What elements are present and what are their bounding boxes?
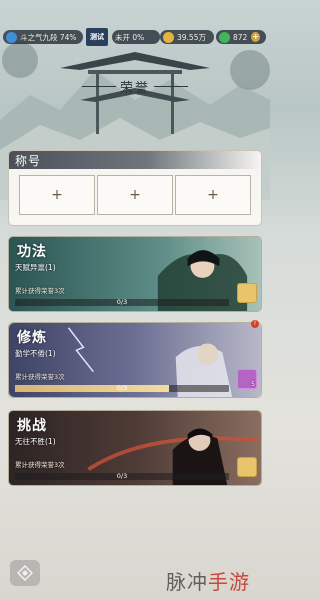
title-divider-left [82,85,116,87]
progress-text-gongfa: 0/3 [116,298,128,306]
page-title: 荣誉 [120,80,151,96]
title-slot-2[interactable]: + [97,175,173,215]
gem-icon [219,31,230,43]
feature-subtitle-gongfa: 累计获得荣誉3次 [15,287,65,295]
feature-title-gongfa: 功法 [17,244,47,260]
feature-subtitle-tiaozhan: 累计获得荣誉3次 [15,461,65,469]
progress-bar-xiulian: 0/3 [15,384,229,392]
title-slot-3[interactable]: + [175,175,251,215]
gems-pill[interactable]: 872 + [216,30,266,44]
titles-card: 称号 + + + [8,150,262,226]
coins-text: 39.55万 [177,32,206,42]
titles-header: 称号 [9,151,261,169]
diamond-icon [17,565,33,581]
reward-item-gongfa[interactable] [237,283,257,303]
power-level-pill[interactable]: 斗之气九段 74% [3,30,83,44]
title-slot-1[interactable]: + [19,175,95,215]
coin-icon [163,31,174,43]
progress-bar-tiaozhan: 0/3 [15,472,229,480]
feature-achievement-tiaozhan: 无往不胜(1) [15,437,56,446]
reward-item-tiaozhan[interactable] [237,457,257,477]
feature-achievement-gongfa: 天赋异禀(1) [15,263,56,272]
titles-heading: 称号 [15,153,42,168]
progress-bar-gongfa: 0/3 [15,298,229,306]
watermark: 脉冲手游网 [166,566,270,600]
feature-card-xiulian[interactable]: 修炼 勤学不倦(1) 累计获得荣誉3次 5 0/3 ! [8,320,262,398]
power-level-text: 斗之气九段 74% [20,32,77,42]
power-icon [6,31,17,43]
reward-item-xiulian[interactable]: 5 [237,369,257,389]
unopened-pill: 未开 0% [112,30,160,44]
test-badge: 测试 [86,28,108,46]
notification-badge: ! [251,320,259,328]
feature-card-gongfa[interactable]: 功法 天赋异禀(1) 累计获得荣誉3次 0/3 [8,236,262,312]
gems-text: 872 [233,32,248,42]
resource-bar: 斗之气九段 74% 测试 未开 0% 39.55万 872 + [0,28,270,46]
reward-qty-xiulian: 5 [251,381,255,388]
watermark-part1: 脉冲 [166,570,208,594]
progress-text-xiulian: 0/3 [116,384,128,392]
coins-pill[interactable]: 39.55万 [160,30,214,44]
unopened-text: 未开 0% [115,32,145,42]
feature-achievement-xiulian: 勤学不倦(1) [15,349,56,358]
title-slots: + + + [9,169,261,215]
page-title-banner: 荣誉 [82,76,189,96]
title-divider-right [154,85,189,87]
feature-subtitle-xiulian: 累计获得荣誉3次 [15,373,65,381]
feature-title-tiaozhan: 挑战 [17,418,47,434]
add-gems-button[interactable]: + [251,32,260,42]
progress-text-tiaozhan: 0/3 [116,472,128,480]
feature-card-tiaozhan[interactable]: 挑战 无往不胜(1) 累计获得荣誉3次 0/3 [8,410,262,486]
feature-title-xiulian: 修炼 [17,330,47,346]
back-button[interactable] [10,560,40,586]
